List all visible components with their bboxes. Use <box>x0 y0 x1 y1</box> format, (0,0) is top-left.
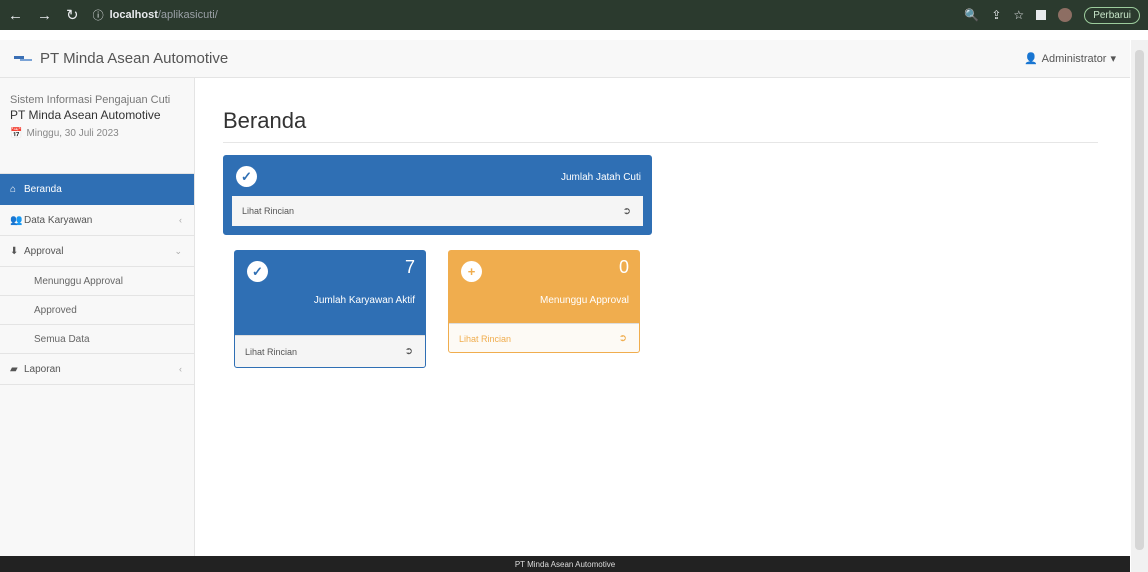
check-circle-icon: ✓ <box>236 166 257 187</box>
address-bar[interactable]: ⓘ localhost/aplikasicuti/ <box>93 7 218 23</box>
page-scrollbar[interactable] <box>1131 40 1148 572</box>
panel-label: Menunggu Approval <box>540 295 629 306</box>
sidebar-item-laporan[interactable]: ▰ Laporan ‹ <box>0 354 194 385</box>
browser-toolbar: ← → ↻ ⓘ localhost/aplikasicuti/ 🔍 ⇪ ☆ Pe… <box>0 0 1148 30</box>
calendar-icon: 📅 <box>10 128 23 139</box>
user-name: Administrator <box>1041 52 1107 65</box>
share-icon[interactable]: ⇪ <box>991 8 1001 22</box>
reload-icon[interactable]: ↻ <box>66 6 79 24</box>
panel-menunggu-approval: + 0 Menunggu Approval Lihat Rincian ➲ <box>448 250 640 353</box>
url-host: localhost <box>109 9 158 21</box>
sidebar-item-label: Beranda <box>24 184 62 195</box>
sidebar-item-data-karyawan[interactable]: 👥 Data Karyawan ‹ <box>0 205 194 236</box>
arrow-circle-right-icon: ➲ <box>622 205 631 217</box>
sidebar-item-approval[interactable]: ⬇ Approval ⌄ <box>0 236 194 267</box>
panel-heading: ✓ Jumlah Jatah Cuti <box>224 156 651 196</box>
caret-down-icon: ▾ <box>1110 53 1116 65</box>
arrow-circle-right-icon: ➲ <box>618 333 627 344</box>
company-name: PT Minda Asean Automotive <box>10 108 161 122</box>
users-icon: 👥 <box>10 214 23 226</box>
panel-label: Jumlah Karyawan Aktif <box>313 295 415 306</box>
view-details-link[interactable]: Lihat Rincian <box>459 334 511 344</box>
page-title: Beranda <box>223 108 307 133</box>
footer-text: PT Minda Asean Automotive <box>514 559 616 569</box>
check-circle-icon: ✓ <box>247 261 268 282</box>
sidebar: Sistem Informasi Pengajuan Cuti PT Minda… <box>0 78 195 556</box>
system-name: Sistem Informasi Pengajuan Cuti <box>10 94 171 106</box>
sidebar-subitem-semua-data[interactable]: Semua Data <box>0 325 194 354</box>
approval-icon: ⬇ <box>10 245 19 257</box>
sidepanel-icon[interactable] <box>1036 10 1047 20</box>
view-details-link[interactable]: Lihat Rincian <box>245 347 297 357</box>
url-path: /aplikasicuti/ <box>157 9 218 21</box>
sidebar-subitem-menunggu-approval[interactable]: Menunggu Approval <box>0 267 194 296</box>
view-details-link[interactable]: Lihat Rincian <box>242 206 294 216</box>
profile-avatar[interactable] <box>1058 8 1073 22</box>
current-date: 📅 Minggu, 30 Juli 2023 <box>10 128 184 139</box>
sidebar-item-beranda[interactable]: ⌂ Beranda <box>0 174 194 205</box>
update-button[interactable]: Perbarui <box>1084 6 1140 24</box>
panel-value: 7 <box>404 257 415 277</box>
folder-icon: ▰ <box>10 363 18 375</box>
panel-footer-link[interactable]: Lihat Rincian ➲ <box>235 335 425 367</box>
panel-footer-link[interactable]: Lihat Rincian ➲ <box>232 196 643 226</box>
chevron-left-icon: ‹ <box>179 215 182 225</box>
back-icon[interactable]: ← <box>8 7 23 24</box>
forward-icon[interactable]: → <box>37 7 52 24</box>
sidebar-info: Sistem Informasi Pengajuan Cuti PT Minda… <box>0 78 194 174</box>
arrow-circle-right-icon: ➲ <box>404 346 413 357</box>
top-navbar: PT Minda Asean Automotive 👤 Administrato… <box>0 40 1130 78</box>
panel-value: 0 <box>618 257 629 277</box>
date-text: Minggu, 30 Juli 2023 <box>26 128 119 139</box>
user-icon: 👤 <box>1023 53 1038 65</box>
panel-heading: + 0 Menunggu Approval <box>449 251 639 323</box>
sidebar-item-label: Data Karyawan <box>24 214 93 226</box>
plus-circle-icon: + <box>461 261 482 282</box>
info-icon: ⓘ <box>92 10 104 22</box>
page-footer: PT Minda Asean Automotive <box>0 556 1130 572</box>
company-logo-icon <box>14 55 32 63</box>
chevron-left-icon: ‹ <box>179 364 182 374</box>
panel-label: Jumlah Jatah Cuti <box>560 172 641 183</box>
sidebar-item-label: Approval <box>24 245 64 257</box>
title-divider <box>223 142 1098 143</box>
user-menu[interactable]: 👤 Administrator ▾ <box>1023 52 1116 66</box>
panel-karyawan-aktif: ✓ 7 Jumlah Karyawan Aktif Lihat Rincian … <box>234 250 426 368</box>
panel-footer-link[interactable]: Lihat Rincian ➲ <box>449 323 639 352</box>
sidebar-subitem-approved[interactable]: Approved <box>0 296 194 325</box>
panel-heading: ✓ 7 Jumlah Karyawan Aktif <box>235 251 425 335</box>
brand-name: PT Minda Asean Automotive <box>40 50 229 67</box>
scrollbar-thumb[interactable] <box>1135 50 1144 550</box>
main-content: Beranda ✓ Jumlah Jatah Cuti Lihat Rincia… <box>196 78 1130 556</box>
star-icon[interactable]: ☆ <box>1013 8 1024 22</box>
panel-jatah-cuti: ✓ Jumlah Jatah Cuti Lihat Rincian ➲ <box>223 155 652 235</box>
sidebar-item-label: Laporan <box>24 363 61 375</box>
zoom-icon[interactable]: 🔍 <box>964 8 979 22</box>
brand[interactable]: PT Minda Asean Automotive <box>14 50 228 67</box>
home-icon: ⌂ <box>10 184 17 195</box>
chevron-down-icon: ⌄ <box>174 245 182 256</box>
